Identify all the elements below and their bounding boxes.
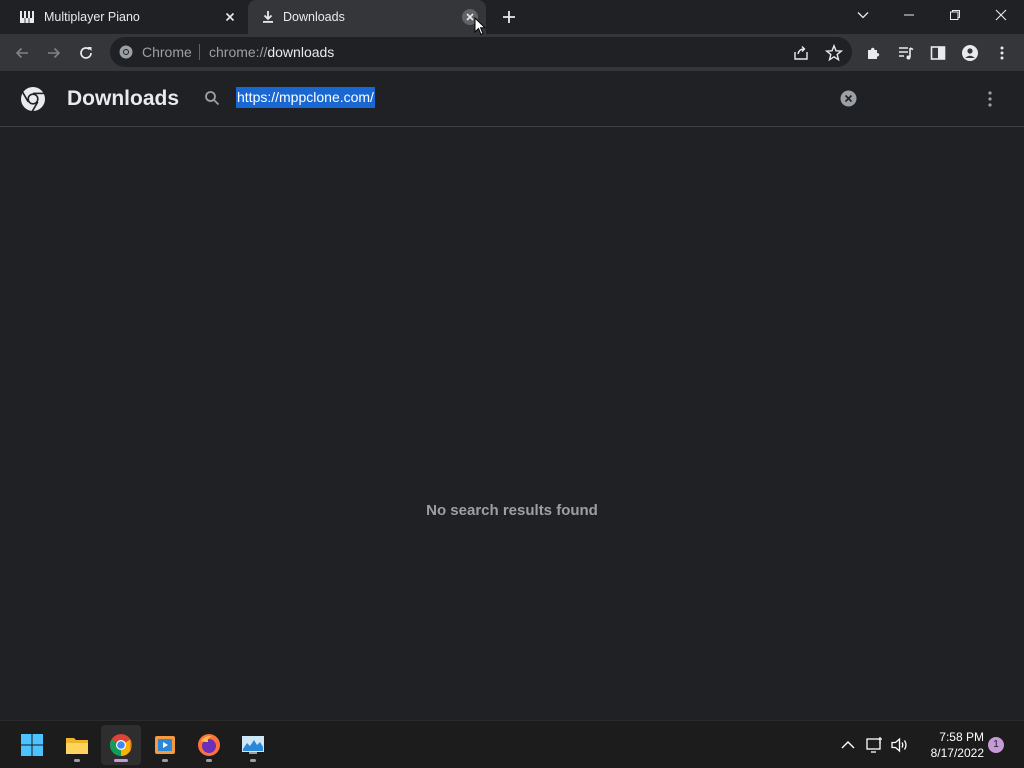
notification-badge[interactable]: 1 — [988, 737, 1004, 753]
running-indicator — [250, 759, 256, 762]
address-chip: Chrome — [142, 44, 192, 60]
firefox-button[interactable] — [189, 725, 229, 765]
mouse-cursor-icon — [474, 17, 486, 36]
media-player-icon — [155, 736, 175, 754]
system-clock[interactable]: 7:58 PM 8/17/2022 — [914, 729, 984, 761]
running-indicator — [114, 759, 128, 762]
chrome-logo-icon — [21, 87, 45, 112]
windows-taskbar: 7:58 PM 8/17/2022 1 — [0, 720, 1024, 768]
chrome-taskbar-button[interactable] — [101, 725, 141, 765]
show-hidden-icons-chevron-icon[interactable] — [838, 735, 858, 755]
side-panel-button[interactable] — [925, 40, 951, 66]
downloads-header: Downloads https://mppclone.com/ — [0, 71, 1024, 127]
page-title: Downloads — [67, 87, 180, 110]
back-arrow-icon — [15, 47, 28, 59]
start-icon — [21, 734, 43, 756]
address-url[interactable]: chrome://downloads — [209, 44, 334, 60]
search-icon — [205, 91, 220, 106]
chrome-logo-icon — [119, 45, 133, 59]
back-button[interactable] — [9, 40, 35, 66]
url-host: downloads — [267, 44, 335, 60]
reload-button[interactable] — [73, 40, 99, 66]
piano-icon — [20, 11, 34, 23]
divider — [199, 44, 200, 60]
profile-icon — [962, 45, 978, 61]
tab-downloads[interactable]: Downloads — [248, 0, 486, 34]
monitor-app-button[interactable] — [233, 725, 273, 765]
downloads-search-box[interactable]: https://mppclone.com/ — [193, 79, 867, 117]
reload-icon — [80, 47, 92, 59]
new-tab-icon[interactable] — [498, 6, 520, 28]
more-actions-icon[interactable] — [980, 88, 1000, 110]
forward-button[interactable] — [41, 40, 67, 66]
running-indicator — [206, 759, 212, 762]
browser-toolbar: Chrome chrome://downloads — [0, 34, 1024, 71]
tab-multiplayer-piano[interactable]: Multiplayer Piano — [0, 0, 246, 34]
side-panel-icon — [930, 46, 946, 60]
monitor-app-icon — [242, 736, 264, 754]
firefox-icon — [198, 734, 220, 756]
minimize-button[interactable] — [886, 0, 932, 32]
running-indicator — [162, 759, 168, 762]
bookmark-star-icon[interactable] — [825, 44, 843, 62]
minimize-icon — [904, 14, 914, 16]
file-explorer-button[interactable] — [57, 725, 97, 765]
close-tab-icon[interactable] — [222, 9, 238, 25]
tab-strip: Multiplayer Piano Downloads — [0, 0, 1024, 34]
running-indicator — [74, 759, 80, 762]
restore-button[interactable] — [932, 0, 978, 32]
empty-results-message: No search results found — [426, 502, 598, 519]
profile-button[interactable] — [957, 40, 983, 66]
more-vert-icon — [1000, 46, 1004, 60]
network-icon[interactable] — [865, 735, 885, 755]
clock-date: 8/17/2022 — [930, 746, 984, 760]
share-icon[interactable] — [792, 44, 810, 62]
search-input[interactable]: https://mppclone.com/ — [236, 87, 375, 108]
tab-search-button[interactable] — [840, 0, 886, 32]
chrome-icon — [110, 734, 132, 756]
media-controls-button[interactable] — [893, 40, 919, 66]
puzzle-icon — [868, 47, 880, 59]
clock-time: 7:58 PM — [939, 730, 984, 744]
address-bar[interactable]: Chrome chrome://downloads — [110, 37, 852, 67]
extensions-button[interactable] — [861, 40, 887, 66]
file-explorer-icon — [66, 738, 88, 754]
tab-title: Downloads — [283, 10, 345, 24]
clear-search-icon[interactable] — [840, 90, 857, 107]
volume-icon[interactable] — [890, 735, 910, 755]
close-window-button[interactable] — [978, 0, 1024, 32]
download-icon — [263, 11, 273, 23]
chevron-down-icon — [857, 12, 869, 19]
chrome-menu-button[interactable] — [989, 40, 1015, 66]
url-scheme: chrome:// — [209, 44, 268, 60]
media-player-button[interactable] — [145, 725, 185, 765]
playlist-icon — [899, 47, 914, 60]
forward-arrow-icon — [48, 47, 61, 59]
start-button[interactable] — [12, 725, 52, 765]
tab-title: Multiplayer Piano — [44, 10, 140, 24]
restore-icon — [950, 10, 960, 20]
close-icon — [995, 9, 1007, 21]
downloads-list-area: No search results found — [0, 128, 1024, 720]
